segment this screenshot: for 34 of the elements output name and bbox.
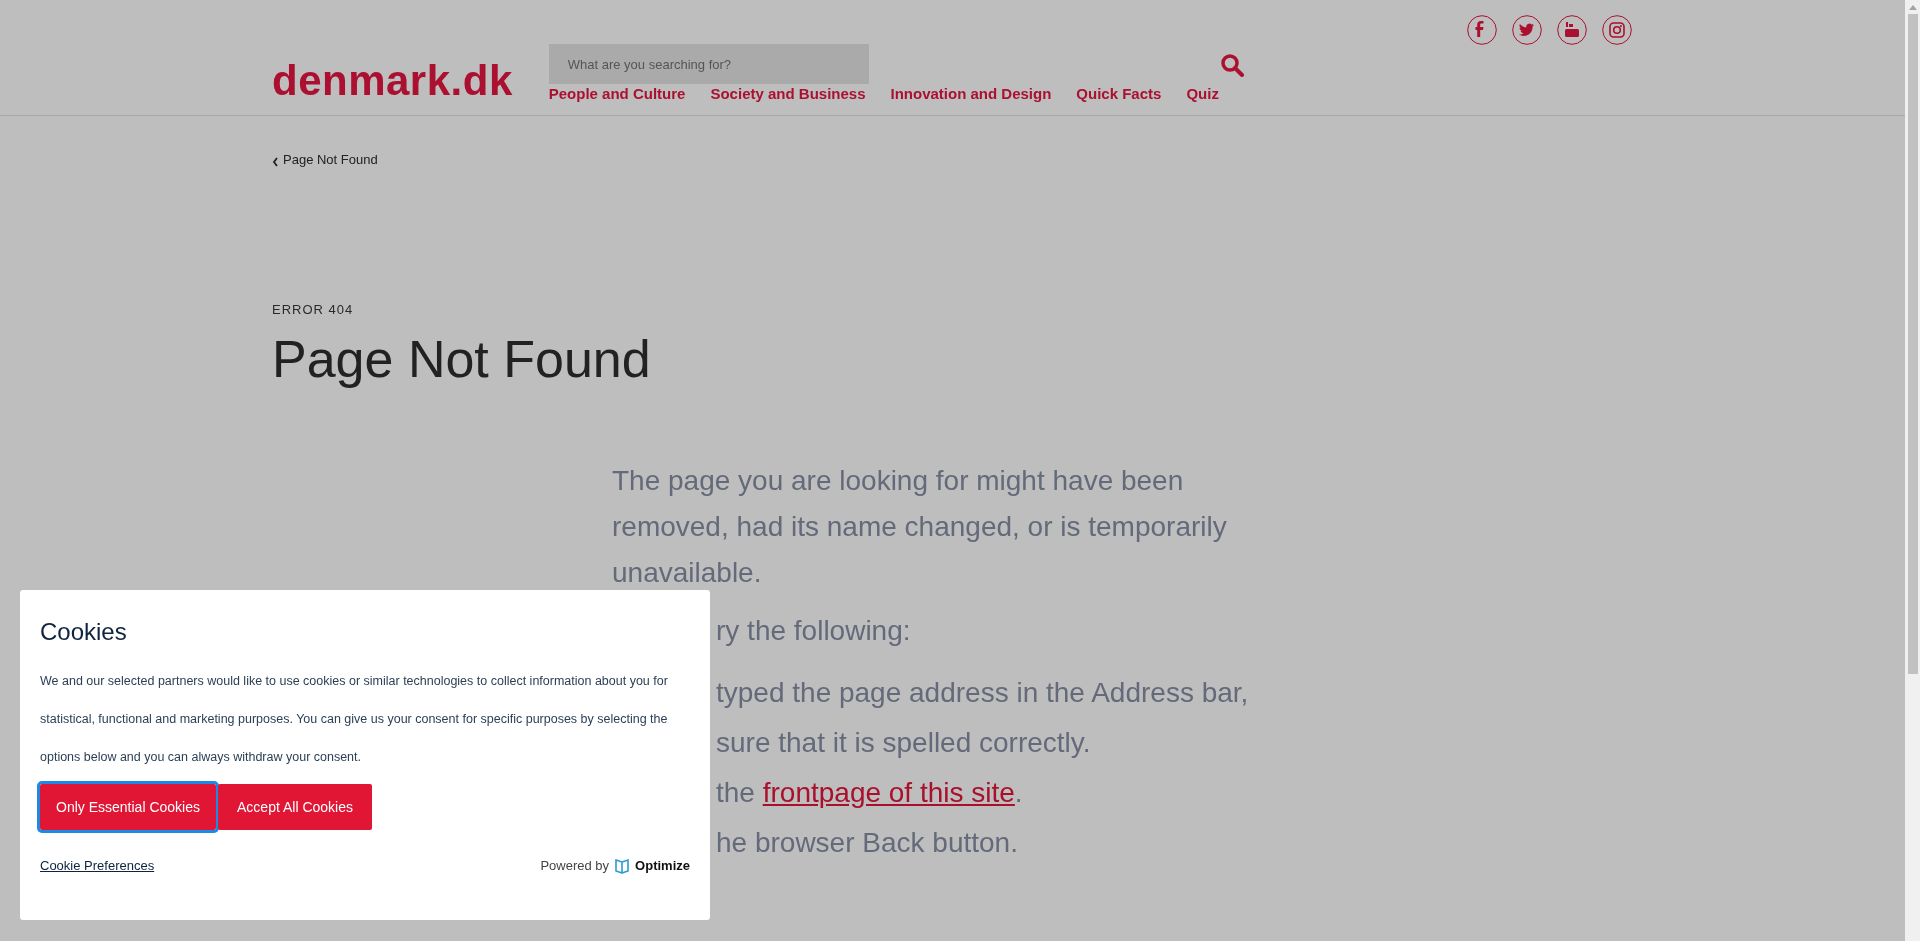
nav-link[interactable]: Innovation and Design xyxy=(890,81,1052,104)
brand-icon xyxy=(615,857,630,874)
cookie-preferences-link[interactable]: Cookie Preferences xyxy=(40,856,155,876)
scroll-up-icon[interactable] xyxy=(1908,5,1917,10)
chevron-left-icon xyxy=(272,156,279,167)
page-title: Page Not Found xyxy=(272,329,652,390)
nav-link[interactable]: Society and Business xyxy=(710,81,866,104)
instruction-text: he browser Back button. xyxy=(716,826,1019,860)
breadcrumb-link[interactable]: Page Not Found xyxy=(283,150,378,170)
facebook-icon[interactable] xyxy=(1467,15,1497,45)
frontpage-link[interactable]: frontpage of this site xyxy=(762,777,1015,808)
twitter-icon[interactable] xyxy=(1512,15,1542,45)
search-icon[interactable] xyxy=(1220,53,1244,77)
instruction-text: ry the following: xyxy=(716,614,912,648)
instruction-text: sure that it is spelled correctly. xyxy=(716,726,1092,760)
instruction-text: the xyxy=(716,777,756,808)
search-field[interactable]: What are you searching for? xyxy=(548,44,869,84)
nav-link[interactable]: People and Culture xyxy=(548,81,686,104)
powered-by-text: Powered by xyxy=(540,857,610,875)
instagram-icon[interactable] xyxy=(1602,15,1632,45)
brand-name: Optimize xyxy=(635,857,690,875)
dialog-text: We and our selected partners would like to use cookies or similar technologies to collect information about you for statistical, functional and marketing purposes. You can give us your consent for specific purposes by selecting the options below and you can always withdraw your consent. xyxy=(40,673,669,766)
dialog-title: Cookies xyxy=(40,617,128,647)
scrollbar[interactable] xyxy=(1905,0,1920,941)
instruction-text: typed the page address in the Address bar, xyxy=(716,676,1250,710)
cookie-button[interactable]: Accept All Cookies xyxy=(218,784,372,830)
error-message: The page you are looking for might have been removed, had its name changed, or is temporarily unavailable. xyxy=(612,464,1228,590)
nav-link[interactable]: Quick Facts xyxy=(1076,81,1162,104)
instruction-text: . xyxy=(1014,777,1023,808)
error-label: ERROR 404 xyxy=(272,300,355,319)
cookie-button[interactable]: Only Essential Cookies xyxy=(40,784,216,830)
scrollbar-thumb[interactable] xyxy=(1907,14,1918,674)
nav-link[interactable]: Quiz xyxy=(1186,81,1219,104)
site-logo[interactable]: denmark.dk xyxy=(272,60,513,104)
